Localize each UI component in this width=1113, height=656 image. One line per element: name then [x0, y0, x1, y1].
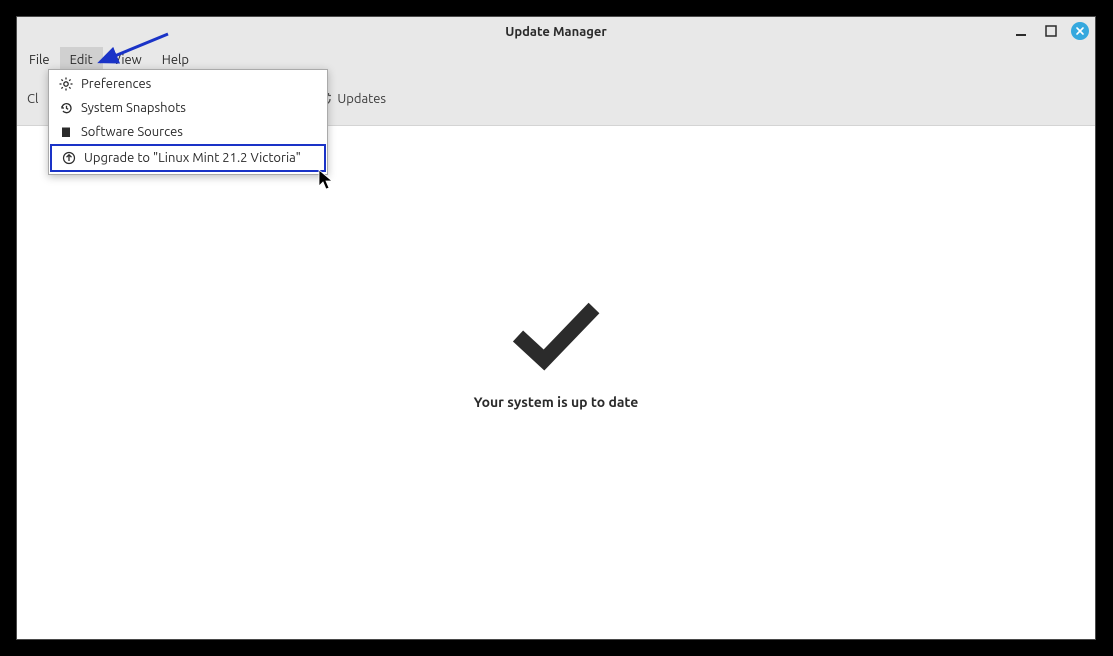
window-title: Update Manager	[505, 25, 607, 39]
menu-system-snapshots[interactable]: System Snapshots	[49, 96, 327, 120]
minimize-icon	[1015, 25, 1027, 37]
toolbar-refresh-button[interactable]: Updates	[318, 92, 386, 106]
menu-software-sources[interactable]: Software Sources	[49, 120, 327, 144]
menu-software-sources-label: Software Sources	[81, 125, 183, 139]
maximize-button[interactable]	[1041, 21, 1061, 41]
history-icon	[59, 101, 73, 115]
titlebar: Update Manager	[17, 17, 1095, 47]
menu-upgrade[interactable]: Upgrade to "Linux Mint 21.2 Victoria"	[50, 144, 326, 172]
toolbar-clear-label: Cl	[27, 92, 38, 106]
minimize-button[interactable]	[1011, 21, 1031, 41]
window-controls	[1011, 21, 1089, 41]
menu-system-snapshots-label: System Snapshots	[81, 101, 186, 115]
close-icon	[1075, 26, 1085, 36]
toolbar-clear-button[interactable]: Cl	[27, 92, 38, 106]
package-icon	[59, 125, 73, 139]
main-content: Your system is up to date	[17, 125, 1095, 639]
status-text: Your system is up to date	[474, 394, 639, 410]
close-button[interactable]	[1071, 22, 1089, 40]
gear-icon	[59, 77, 73, 91]
menu-preferences[interactable]: Preferences	[49, 72, 327, 96]
maximize-icon	[1045, 25, 1057, 37]
menu-upgrade-label: Upgrade to "Linux Mint 21.2 Victoria"	[84, 151, 301, 165]
toolbar-updates-label: Updates	[337, 92, 386, 106]
status-check-icon	[506, 296, 606, 376]
upgrade-icon	[62, 151, 76, 165]
menu-preferences-label: Preferences	[81, 77, 151, 91]
edit-dropdown: Preferences System Snapshots Software So…	[48, 69, 328, 175]
